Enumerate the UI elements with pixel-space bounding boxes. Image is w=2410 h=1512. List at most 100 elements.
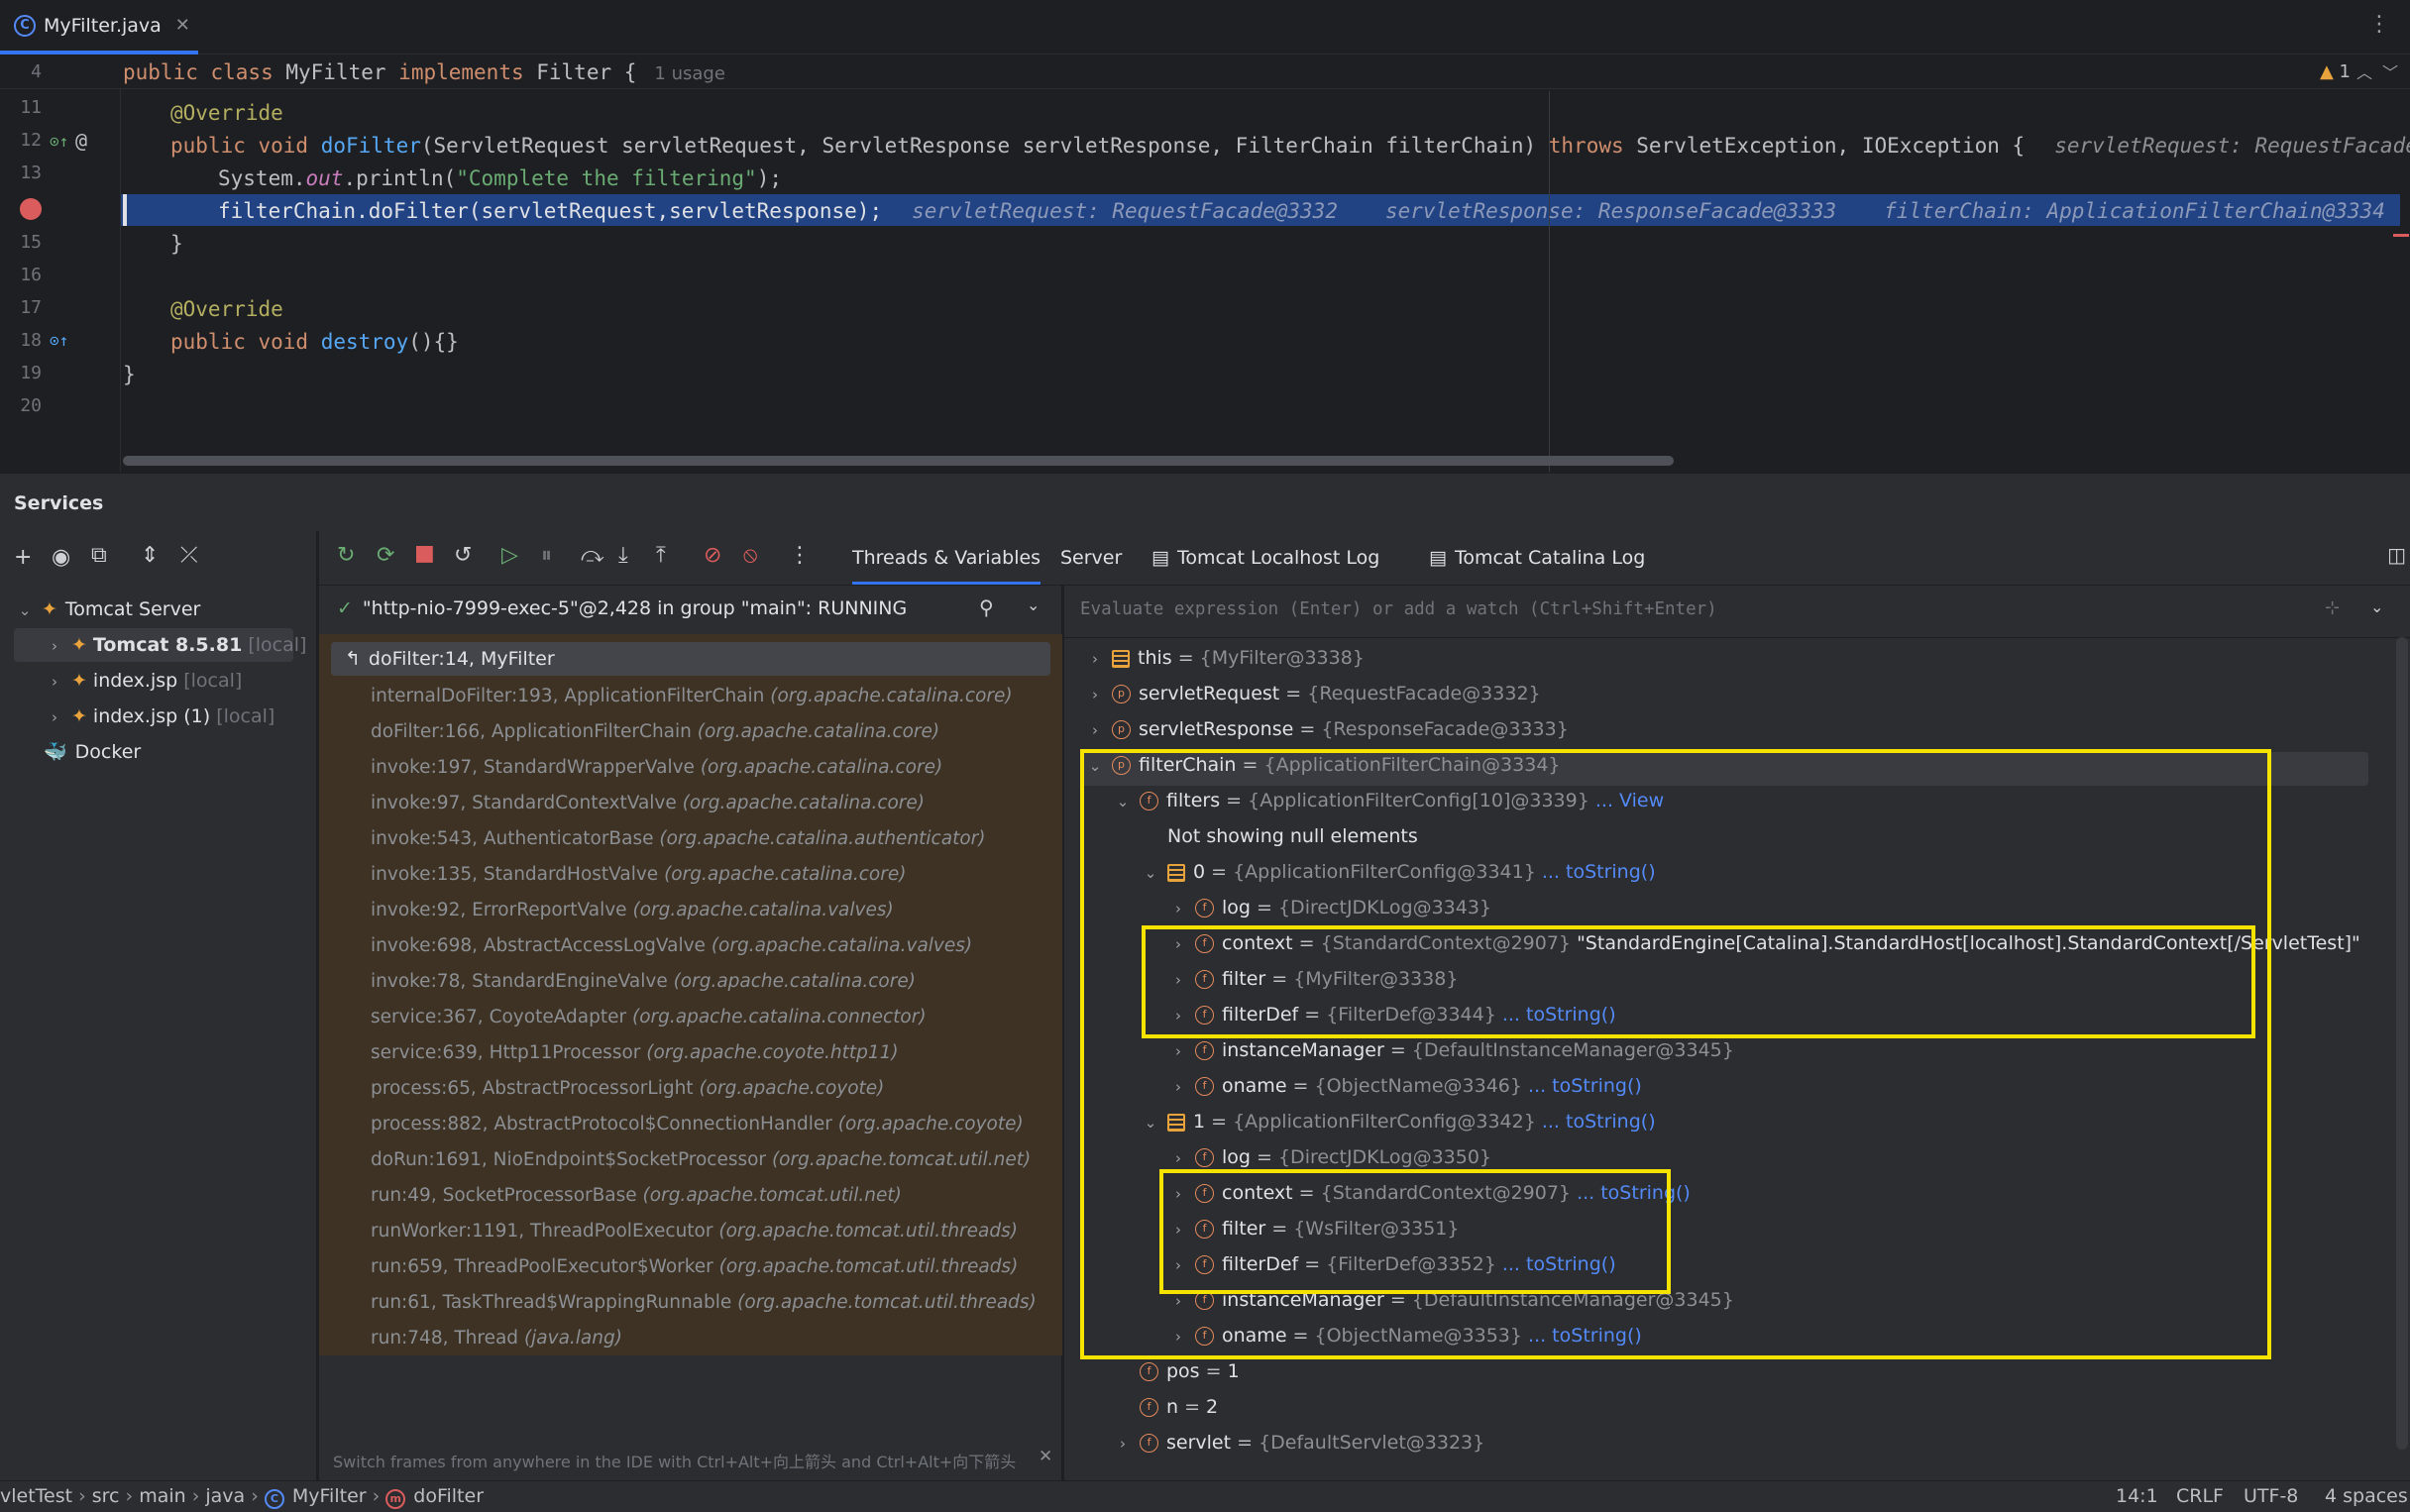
more-icon[interactable]: ⋮: [2368, 12, 2390, 37]
stack-frame[interactable]: invoke:78, StandardEngineValve (org.apac…: [371, 971, 916, 992]
pause-icon[interactable]: ⏸: [541, 543, 552, 568]
stack-frame[interactable]: invoke:92, ErrorReportValve (org.apache.…: [371, 900, 894, 920]
add-watch-icon[interactable]: ⊹: [2325, 597, 2340, 618]
tree-tomcat-instance[interactable]: › ✦ Tomcat 8.5.81 [local]: [14, 628, 306, 662]
stack-frame[interactable]: runWorker:1191, ThreadPoolExecutor (org.…: [371, 1221, 1018, 1242]
tree-index-jsp[interactable]: › ✦ index.jsp [local]: [44, 664, 242, 698]
tab-catalina-log[interactable]: ▤ Tomcat Catalina Log: [1429, 531, 1645, 585]
code-params: (ServletRequest servletRequest, ServletR…: [420, 134, 1549, 158]
step-into-icon[interactable]: ⤓: [618, 543, 628, 568]
chevron-down-icon[interactable]: ﹀: [2382, 59, 2398, 83]
step-over-icon[interactable]: ⤼: [581, 543, 604, 568]
line-separator[interactable]: CRLF: [2176, 1485, 2224, 1507]
stop-icon[interactable]: ■: [414, 541, 435, 566]
code-text: }: [170, 232, 183, 256]
tree-docker[interactable]: 🐳 Docker: [44, 735, 141, 769]
variable-row[interactable]: › p servletResponse = {ResponseFacade@3333…: [1084, 712, 1569, 746]
variable-row[interactable]: › p servletRequest = {RequestFacade@3332}: [1084, 677, 1541, 710]
breadcrumb-item[interactable]: src: [92, 1485, 120, 1507]
chevron-up-icon[interactable]: ︿: [2356, 59, 2372, 83]
tree-label: Docker: [74, 741, 142, 763]
chevron-right-icon[interactable]: ›: [1084, 678, 1106, 711]
code-editor[interactable]: 4 public class MyFilter implements Filte…: [0, 55, 2410, 472]
more-icon[interactable]: ⋮: [789, 543, 811, 568]
stack-frame[interactable]: run:49, SocketProcessorBase (org.apache.…: [371, 1185, 902, 1206]
stack-frame[interactable]: process:65, AbstractProcessorLight (org.…: [371, 1078, 884, 1099]
chevron-down-icon[interactable]: ⌄: [2370, 597, 2383, 616]
new-group-icon[interactable]: ⧉: [91, 543, 107, 568]
override-icon[interactable]: ⊙↑: [50, 132, 68, 151]
tomcat-run-icon: ✦: [71, 634, 87, 656]
file-tab[interactable]: C MyFilter.java ✕: [0, 0, 198, 54]
frame-current[interactable]: ↰ doFilter:14, MyFilter: [331, 642, 1050, 676]
error-stripe-mark[interactable]: [2393, 234, 2409, 237]
stack-frame[interactable]: process:882, AbstractProtocol$Connection…: [371, 1114, 1024, 1134]
update-icon[interactable]: ↺: [454, 543, 472, 568]
cursor-position[interactable]: 14:1: [2116, 1485, 2158, 1507]
stack-frame[interactable]: run:748, Thread (java.lang): [371, 1328, 622, 1349]
restart-icon[interactable]: ⟳: [377, 543, 394, 568]
chevron-right-icon[interactable]: ›: [1112, 1427, 1134, 1460]
stack-frame[interactable]: invoke:698, AbstractAccessLogValve (org.…: [371, 935, 972, 956]
indent-setting[interactable]: 4 spaces: [2325, 1485, 2408, 1507]
tab-localhost-log[interactable]: ▤ Tomcat Localhost Log: [1151, 531, 1379, 585]
close-icon[interactable]: ✕: [1039, 1447, 1052, 1466]
parameter-icon: p: [1112, 720, 1131, 739]
stack-frame[interactable]: service:639, Http11Processor (org.apache…: [371, 1042, 899, 1063]
step-out-icon[interactable]: ⤒: [656, 543, 666, 568]
usage-hint[interactable]: 1 usage: [654, 63, 725, 84]
frame-method: invoke:698, AbstractAccessLogValve: [371, 935, 712, 956]
stack-frame[interactable]: invoke:543, AuthenticatorBase (org.apach…: [371, 828, 985, 849]
eye-icon[interactable]: ◉: [52, 545, 70, 570]
variable-row[interactable]: f pos = 1: [1112, 1354, 1240, 1388]
sticky-rest: Filter {: [536, 60, 637, 84]
warning-indicator[interactable]: ▲ 1: [2320, 61, 2351, 82]
stack-frame[interactable]: run:61, TaskThread$WrappingRunnable (org…: [371, 1292, 1037, 1313]
variable-row[interactable]: fn = 2: [1112, 1390, 1218, 1424]
evaluate-input[interactable]: Evaluate expression (Enter) or add a wat…: [1080, 599, 1717, 619]
thread-selector[interactable]: ✓ "http-nio-7999-exec-5"@2,428 in group "…: [337, 597, 907, 619]
stack-frame[interactable]: service:367, CoyoteAdapter (org.apache.c…: [371, 1007, 927, 1027]
variable-row[interactable]: › f servlet = {DefaultServlet@3323}: [1112, 1426, 1484, 1459]
stack-frame[interactable]: invoke:135, StandardHostValve (org.apach…: [371, 864, 906, 885]
stack-frame[interactable]: run:659, ThreadPoolExecutor$Worker (org.…: [371, 1256, 1018, 1277]
frame-method: invoke:92, ErrorReportValve: [371, 900, 633, 920]
tree-index-jsp-1[interactable]: › ✦ index.jsp (1) [local]: [44, 700, 274, 733]
breakpoint-icon[interactable]: [20, 198, 42, 220]
stack-frame[interactable]: invoke:97, StandardContextValve (org.apa…: [371, 793, 925, 813]
frame-method: invoke:97, StandardContextValve: [371, 793, 683, 813]
horizontal-scrollbar[interactable]: [123, 456, 1674, 466]
chevron-down-icon[interactable]: ⌄: [1027, 595, 1040, 614]
variable-row[interactable]: › this = {MyFilter@3338}: [1084, 641, 1365, 675]
collapse-all-icon[interactable]: ⤫: [180, 543, 198, 568]
stack-frame[interactable]: invoke:197, StandardWrapperValve (org.ap…: [371, 757, 942, 778]
filter-icon[interactable]: ⚲: [979, 595, 994, 619]
resume-icon[interactable]: ▷: [501, 543, 518, 568]
stack-frame[interactable]: internalDoFilter:193, ApplicationFilterC…: [371, 686, 1013, 706]
add-icon[interactable]: +: [14, 545, 32, 570]
breadcrumb-item[interactable]: vletTest: [0, 1485, 72, 1507]
frame-method: run:49, SocketProcessorBase: [371, 1185, 643, 1206]
breadcrumb-item[interactable]: doFilter: [413, 1485, 484, 1507]
breadcrumb-item[interactable]: main: [139, 1485, 185, 1507]
expand-all-icon[interactable]: ⇕: [141, 543, 159, 568]
rerun-icon[interactable]: ↻: [337, 543, 355, 568]
breadcrumb-item[interactable]: MyFilter: [292, 1485, 367, 1507]
breadcrumb-item[interactable]: java: [205, 1485, 245, 1507]
mute-breakpoints-icon[interactable]: ⦸: [743, 543, 757, 568]
layout-icon[interactable]: ◫: [2387, 543, 2406, 567]
frame-package: (org.apache.catalina.connector): [632, 1007, 927, 1027]
view-breakpoints-icon[interactable]: ⊘: [704, 543, 721, 568]
stack-frame[interactable]: doFilter:166, ApplicationFilterChain (or…: [371, 721, 939, 742]
close-icon[interactable]: ✕: [175, 15, 190, 36]
stack-frame[interactable]: doRun:1691, NioEndpoint$SocketProcessor …: [371, 1149, 1031, 1170]
chevron-right-icon[interactable]: ›: [1084, 713, 1106, 747]
file-encoding[interactable]: UTF-8: [2244, 1485, 2298, 1507]
implement-icon[interactable]: ⊙↑: [50, 331, 68, 350]
chevron-right-icon[interactable]: ›: [1084, 642, 1106, 676]
annotation-icon[interactable]: @: [75, 129, 87, 153]
vertical-scrollbar[interactable]: [2396, 637, 2408, 1450]
tab-server[interactable]: Server: [1060, 531, 1122, 585]
tree-tomcat-server[interactable]: ⌄ ✦ Tomcat Server: [14, 593, 201, 626]
tab-threads-variables[interactable]: Threads & Variables: [852, 531, 1041, 585]
